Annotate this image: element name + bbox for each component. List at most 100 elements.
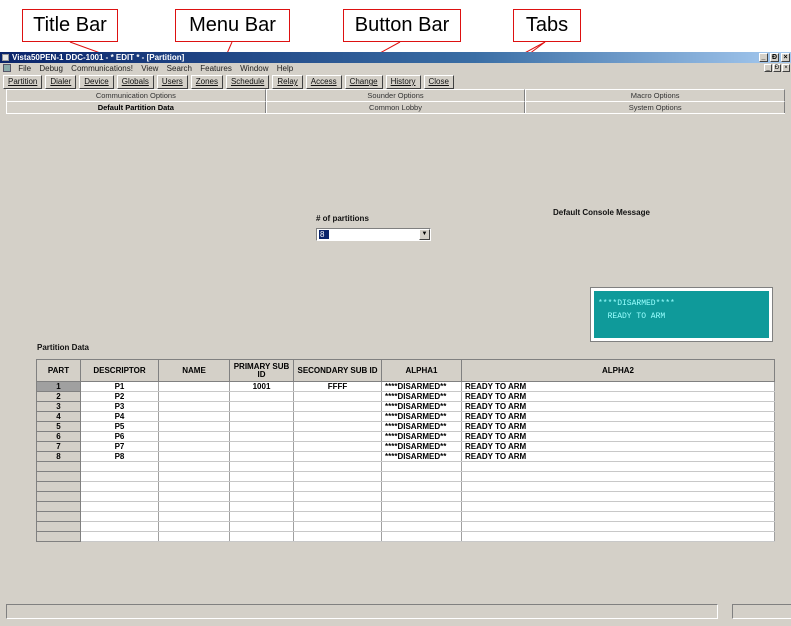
close-button[interactable]: Close — [423, 75, 454, 89]
table-cell[interactable]: READY TO ARM — [461, 431, 775, 442]
access-button[interactable]: Access — [305, 75, 342, 89]
table-cell[interactable] — [293, 511, 382, 522]
table-cell[interactable] — [80, 511, 159, 522]
table-cell[interactable] — [229, 431, 294, 442]
table-cell[interactable]: 5 — [36, 421, 81, 432]
table-cell[interactable] — [461, 471, 775, 482]
mdi-restore-button[interactable]: Ɖ — [773, 64, 781, 72]
table-cell[interactable] — [158, 481, 230, 492]
table-row[interactable] — [36, 491, 775, 502]
table-cell[interactable] — [158, 421, 230, 432]
table-cell[interactable] — [80, 461, 159, 472]
table-cell[interactable]: READY TO ARM — [461, 411, 775, 422]
table-cell[interactable] — [229, 411, 294, 422]
table-cell[interactable]: ****DISARMED** — [381, 451, 462, 462]
mdi-minimize-button[interactable]: _ — [764, 64, 772, 72]
table-cell[interactable] — [461, 491, 775, 502]
table-cell[interactable] — [293, 531, 382, 542]
table-row[interactable]: 8 P8 ****DISARMED** READY TO ARM — [36, 451, 775, 462]
menu-help[interactable]: Help — [274, 63, 296, 74]
table-row[interactable]: 2 P2 ****DISARMED** READY TO ARM — [36, 391, 775, 402]
table-cell[interactable] — [229, 461, 294, 472]
table-cell[interactable] — [229, 421, 294, 432]
table-cell[interactable] — [158, 461, 230, 472]
table-cell[interactable]: P8 — [80, 451, 159, 462]
table-cell[interactable]: ****DISARMED** — [381, 441, 462, 452]
table-cell[interactable] — [158, 511, 230, 522]
table-cell[interactable] — [381, 511, 462, 522]
table-cell[interactable] — [381, 481, 462, 492]
table-cell[interactable] — [158, 441, 230, 452]
table-cell[interactable] — [229, 481, 294, 492]
table-row[interactable] — [36, 521, 775, 532]
table-cell[interactable] — [293, 421, 382, 432]
table-row[interactable]: 3 P3 ****DISARMED** READY TO ARM — [36, 401, 775, 412]
menu-view[interactable]: View — [138, 63, 161, 74]
table-cell[interactable] — [293, 391, 382, 402]
maximize-button[interactable]: Ɖ — [770, 53, 779, 62]
table-cell[interactable] — [229, 511, 294, 522]
table-cell[interactable]: ****DISARMED** — [381, 381, 462, 392]
menu-file[interactable]: File — [15, 63, 34, 74]
table-row[interactable]: 4 P4 ****DISARMED** READY TO ARM — [36, 411, 775, 422]
table-cell[interactable] — [229, 401, 294, 412]
table-cell[interactable] — [158, 471, 230, 482]
table-cell[interactable] — [293, 431, 382, 442]
table-cell[interactable] — [80, 521, 159, 532]
table-cell[interactable] — [36, 511, 81, 522]
table-cell[interactable]: ****DISARMED** — [381, 401, 462, 412]
tab-sounder-options[interactable]: Sounder Options — [265, 89, 526, 101]
users-button[interactable]: Users — [156, 75, 188, 89]
menu-debug[interactable]: Debug — [36, 63, 66, 74]
table-cell[interactable]: P2 — [80, 391, 159, 402]
table-cell[interactable]: READY TO ARM — [461, 401, 775, 412]
table-row[interactable] — [36, 531, 775, 542]
table-row[interactable] — [36, 501, 775, 512]
console-message-display[interactable]: ****DISARMED**** READY TO ARM — [590, 287, 773, 342]
table-row[interactable]: 6 P6 ****DISARMED** READY TO ARM — [36, 431, 775, 442]
table-cell[interactable]: P7 — [80, 441, 159, 452]
table-row[interactable] — [36, 471, 775, 482]
table-cell[interactable] — [293, 441, 382, 452]
table-cell[interactable] — [229, 521, 294, 532]
table-cell[interactable]: 2 — [36, 391, 81, 402]
table-cell[interactable]: P4 — [80, 411, 159, 422]
table-cell[interactable] — [461, 481, 775, 492]
partitions-select[interactable]: 8 ▼ — [316, 228, 431, 241]
table-cell[interactable] — [36, 461, 81, 472]
table-cell[interactable] — [229, 491, 294, 502]
table-cell[interactable] — [80, 491, 159, 502]
table-cell[interactable] — [36, 471, 81, 482]
table-cell[interactable]: 8 — [36, 451, 81, 462]
menu-communications[interactable]: Communications! — [68, 63, 136, 74]
table-cell[interactable] — [36, 531, 81, 542]
table-cell[interactable]: 6 — [36, 431, 81, 442]
table-row[interactable]: 1 P1 1001 FFFF ****DISARMED** READY TO ARM — [36, 381, 775, 392]
table-row[interactable] — [36, 481, 775, 492]
device-button[interactable]: Device — [79, 75, 114, 89]
table-cell[interactable] — [381, 521, 462, 532]
tab-default-partition-data[interactable]: Default Partition Data — [6, 101, 266, 113]
table-cell[interactable] — [158, 391, 230, 402]
tab-macro-options[interactable]: Macro Options — [525, 89, 786, 101]
table-cell[interactable] — [461, 531, 775, 542]
table-cell[interactable] — [381, 531, 462, 542]
table-cell[interactable] — [158, 451, 230, 462]
table-cell[interactable] — [293, 521, 382, 532]
table-cell[interactable]: READY TO ARM — [461, 381, 775, 392]
table-cell[interactable] — [158, 431, 230, 442]
table-cell[interactable] — [229, 451, 294, 462]
table-cell[interactable]: READY TO ARM — [461, 421, 775, 432]
table-cell[interactable] — [461, 521, 775, 532]
menu-features[interactable]: Features — [197, 63, 235, 74]
table-cell[interactable]: 3 — [36, 401, 81, 412]
table-cell[interactable] — [293, 451, 382, 462]
table-cell[interactable] — [381, 461, 462, 472]
table-cell[interactable]: 4 — [36, 411, 81, 422]
table-cell[interactable] — [229, 531, 294, 542]
table-row[interactable]: 5 P5 ****DISARMED** READY TO ARM — [36, 421, 775, 432]
table-cell[interactable] — [36, 501, 81, 512]
table-cell[interactable] — [80, 471, 159, 482]
table-cell[interactable] — [461, 501, 775, 512]
table-cell[interactable] — [293, 411, 382, 422]
